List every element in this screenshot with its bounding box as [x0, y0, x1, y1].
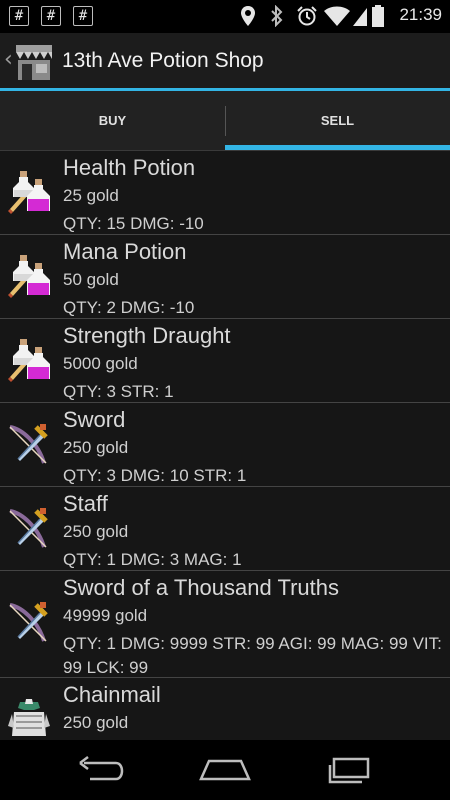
- weapon-icon: [9, 508, 48, 548]
- notification-icon: #: [41, 6, 61, 26]
- list-item[interactable]: Mana Potion 50 gold QTY: 2 DMG: -10: [0, 235, 450, 319]
- wifi-icon: [324, 6, 350, 26]
- item-name: Health Potion: [63, 155, 196, 180]
- item-price: 250 gold: [63, 522, 129, 541]
- list-item[interactable]: Sword of a Thousand Truths 49999 gold QT…: [0, 571, 450, 678]
- item-price: 250 gold: [63, 713, 129, 732]
- clock: 21:39: [399, 5, 442, 24]
- tab-buy[interactable]: BUY: [0, 91, 225, 151]
- shop-icon[interactable]: [14, 42, 54, 82]
- item-stats: QTY: 2 DMG: -10: [63, 298, 195, 317]
- tab-sell[interactable]: SELL: [225, 91, 450, 151]
- item-stats: QTY: 3 DMG: 10 STR: 1: [63, 466, 247, 485]
- notification-icon: #: [9, 6, 29, 26]
- item-price: 250 gold: [63, 438, 129, 457]
- item-name: Chainmail: [63, 682, 161, 707]
- item-list[interactable]: Health Potion 25 gold QTY: 15 DMG: -10 M…: [0, 151, 450, 740]
- home-icon[interactable]: [195, 755, 255, 785]
- location-icon: [241, 6, 255, 26]
- list-item[interactable]: Sword 250 gold QTY: 3 DMG: 10 STR: 1: [0, 403, 450, 487]
- list-item[interactable]: Chainmail 250 gold: [0, 678, 450, 740]
- item-name: Sword of a Thousand Truths: [63, 575, 339, 600]
- item-price: 5000 gold: [63, 354, 138, 373]
- item-name: Staff: [63, 491, 108, 516]
- armor-icon: [8, 699, 50, 736]
- item-price: 49999 gold: [63, 606, 148, 625]
- item-stats: QTY: 1 DMG: 9999 STR: 99 AGI: 99 MAG: 99…: [63, 634, 442, 677]
- item-name: Mana Potion: [63, 239, 187, 264]
- back-icon[interactable]: [70, 755, 130, 785]
- item-name: Sword: [63, 407, 126, 432]
- weapon-icon: [9, 424, 48, 464]
- alarm-icon: [297, 6, 317, 26]
- weapon-icon: [9, 602, 48, 642]
- status-bar: # # # 21:39: [0, 0, 450, 33]
- item-price: 25 gold: [63, 186, 119, 205]
- list-item[interactable]: Health Potion 25 gold QTY: 15 DMG: -10: [0, 151, 450, 235]
- shop-title: 13th Ave Potion Shop: [62, 49, 264, 72]
- navigation-bar: [0, 740, 450, 800]
- action-bar: ‹ 13th Ave Potion Shop: [0, 33, 450, 90]
- potion-icon: [8, 339, 50, 382]
- potion-icon: [8, 255, 50, 298]
- list-item[interactable]: Staff 250 gold QTY: 1 DMG: 3 MAG: 1: [0, 487, 450, 571]
- recent-apps-icon[interactable]: [320, 755, 380, 785]
- back-chevron-icon[interactable]: ‹: [4, 49, 13, 71]
- item-price: 50 gold: [63, 270, 119, 289]
- item-stats: QTY: 15 DMG: -10: [63, 214, 204, 233]
- potion-icon: [8, 171, 50, 214]
- bluetooth-icon: [271, 5, 283, 27]
- item-stats: QTY: 1 DMG: 3 MAG: 1: [63, 550, 242, 569]
- item-stats: QTY: 3 STR: 1: [63, 382, 174, 401]
- signal-icon: [353, 8, 367, 26]
- list-item[interactable]: Strength Draught 5000 gold QTY: 3 STR: 1: [0, 319, 450, 403]
- notification-icon: #: [73, 6, 93, 26]
- battery-icon: [372, 5, 384, 27]
- item-name: Strength Draught: [63, 323, 231, 348]
- tab-bar: BUY SELL: [0, 91, 450, 151]
